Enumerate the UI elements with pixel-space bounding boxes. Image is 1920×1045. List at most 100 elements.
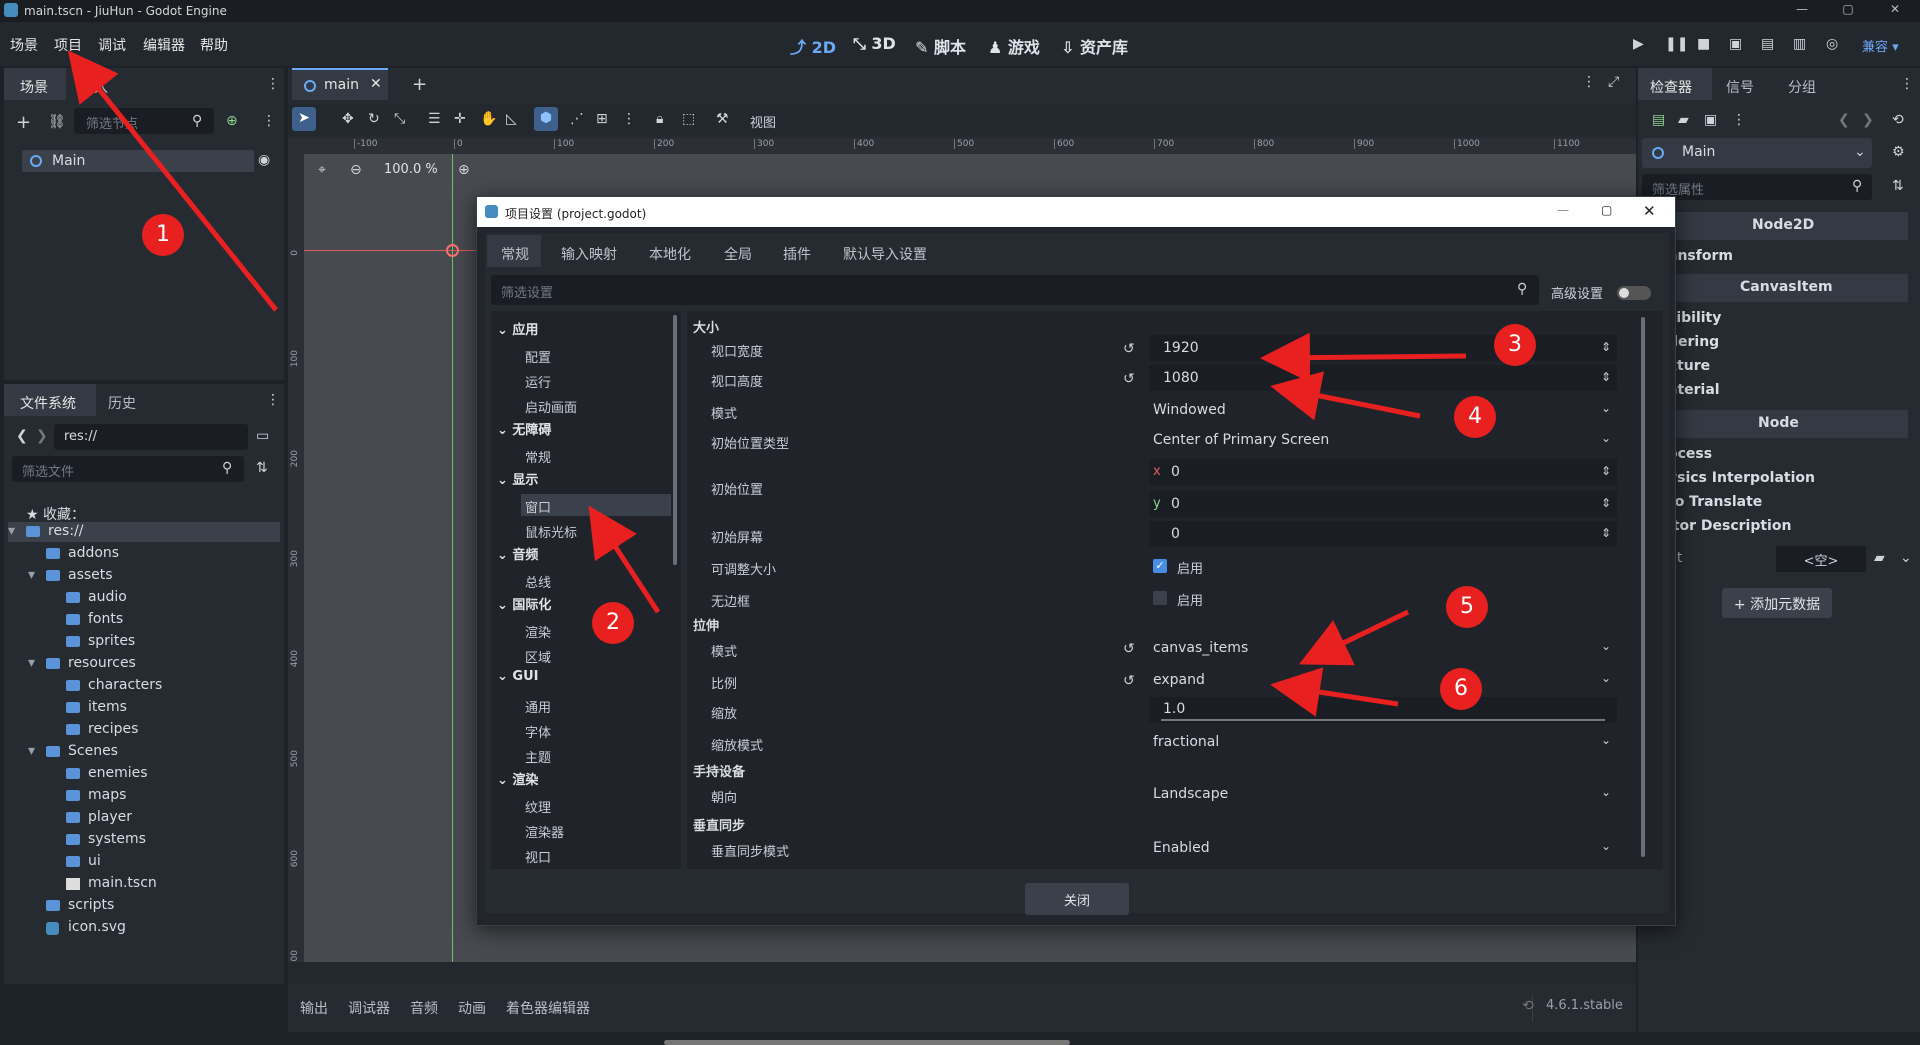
dock-menu-icon[interactable]: ⋮ — [266, 76, 280, 92]
inspector-filter-input[interactable]: 筛选属性 — [1642, 174, 1872, 200]
maximize-button[interactable]: ▢ — [1838, 2, 1858, 20]
properties-scrollbar[interactable] — [1641, 317, 1645, 857]
menu-editor[interactable]: 编辑器 — [143, 35, 185, 55]
tab-history[interactable]: 历史 — [108, 393, 136, 413]
script-load-icon[interactable]: ▰ — [1874, 550, 1885, 566]
settings-subcategory[interactable]: 配置 — [521, 344, 671, 366]
initial-screen-field[interactable]: 0 ⇕ — [1149, 521, 1617, 547]
minimize-button[interactable]: — — [1792, 2, 1812, 20]
mode-3d-button[interactable]: ⤡ 3D — [853, 34, 896, 54]
settings-subcategory[interactable]: 视口 — [521, 844, 671, 866]
viewport-width-field[interactable]: 1920 ⇕ — [1149, 335, 1617, 361]
prop-transform[interactable]: ansform — [1668, 248, 1733, 264]
orientation-select[interactable]: Landscape ⌄ — [1149, 781, 1617, 807]
settings-category[interactable]: ⌄ 应用 — [497, 319, 538, 341]
rotate-mode-icon[interactable]: ↻ — [368, 111, 380, 127]
script-value[interactable]: <空> — [1776, 546, 1866, 572]
history-forward-icon[interactable]: ❯ — [1862, 112, 1874, 128]
expand-arrow-icon[interactable]: ▾ — [28, 655, 35, 671]
settings-subcategory[interactable]: 总线 — [521, 569, 671, 591]
favorites-row[interactable]: ★ 收藏： — [26, 504, 85, 524]
fs-path-input[interactable]: res:// — [54, 424, 248, 450]
mode-2d-button[interactable]: ⤴ 2D — [790, 34, 836, 58]
fs-tree-item[interactable]: characters — [8, 676, 280, 696]
settings-subcategory[interactable]: 渲染器 — [521, 819, 671, 841]
dialog-tab-import-defaults[interactable]: 默认导入设置 — [843, 244, 927, 264]
tab-groups[interactable]: 分组 — [1788, 77, 1816, 97]
lock-icon[interactable]: 🔒︎ — [656, 111, 663, 127]
fs-tree-item[interactable]: scripts — [8, 896, 280, 916]
select-mode-icon[interactable]: ➤ — [292, 107, 316, 131]
snap-grid-icon[interactable]: ⋰ — [570, 111, 584, 127]
advanced-settings-toggle[interactable] — [1617, 286, 1651, 300]
snap-options-icon[interactable]: ⋮ — [622, 111, 636, 127]
load-resource-icon[interactable]: ▰ — [1678, 112, 1689, 128]
settings-subcategory[interactable]: 主题 — [521, 744, 671, 766]
settings-subcategory[interactable]: 字体 — [521, 719, 671, 741]
inspector-sort-icon[interactable]: ⇅ — [1892, 178, 1904, 194]
dialog-close-button[interactable]: 关闭 — [1025, 883, 1129, 915]
zoom-in-icon[interactable]: ⊕ — [458, 162, 470, 178]
prop-auto-translate[interactable]: to Translate — [1668, 494, 1762, 510]
settings-subcategory[interactable]: 纹理 — [521, 794, 671, 816]
reset-stretch-aspect-icon[interactable]: ↺ — [1123, 673, 1135, 689]
instance-scene-icon[interactable]: ⛓ — [48, 114, 66, 130]
bottom-tab-shader-editor[interactable]: 着色器编辑器 — [506, 998, 590, 1018]
borderless-checkbox[interactable]: 启用 — [1149, 587, 1617, 611]
fs-tree-item[interactable]: sprites — [8, 632, 280, 652]
initial-position-type-select[interactable]: Center of Primary Screen ⌄ — [1149, 427, 1617, 453]
back-icon[interactable]: ❮ — [16, 428, 28, 444]
list-select-icon[interactable]: ☰ — [428, 111, 441, 127]
category-scrollbar[interactable] — [673, 315, 677, 565]
pause-icon[interactable]: ❚❚ — [1665, 36, 1688, 52]
grid-icon[interactable]: ⊞ — [596, 111, 608, 127]
fs-tree-item[interactable]: maps — [8, 786, 280, 806]
inspector-menu-icon[interactable]: ⋮ — [1900, 76, 1914, 92]
settings-filter-input[interactable]: 筛选设置 — [491, 275, 1539, 305]
fs-tree-item[interactable]: main.tscn — [8, 874, 280, 894]
mode-game-button[interactable]: ♟ 游戏 — [988, 34, 1040, 58]
menu-scene[interactable]: 场景 — [10, 35, 38, 55]
scale-mode-icon[interactable]: ⤡ — [394, 111, 405, 127]
settings-category[interactable]: ⌄ 国际化 — [497, 594, 551, 616]
scene-tree-item-main[interactable]: Main — [22, 150, 254, 172]
prop-visibility[interactable]: sibility — [1668, 310, 1721, 326]
stretch-scale-mode-select[interactable]: fractional ⌄ — [1149, 729, 1617, 755]
settings-subcategory[interactable]: 运行 — [521, 369, 671, 391]
initial-position-x-field[interactable]: x 0 ⇕ — [1149, 459, 1617, 485]
visibility-eye-icon[interactable]: ◉ — [258, 152, 270, 168]
new-resource-icon[interactable]: ▤ — [1652, 112, 1665, 128]
node-selector[interactable]: Main ⌄ — [1642, 138, 1872, 168]
mode-script-button[interactable]: ✎ 脚本 — [915, 34, 966, 58]
settings-subcategory[interactable]: 启动画面 — [521, 394, 671, 416]
play-scene-icon[interactable]: ▤ — [1761, 36, 1774, 52]
smart-snap-icon[interactable]: ⬢ — [534, 107, 558, 131]
group-icon[interactable]: ⬚ — [682, 111, 695, 127]
fs-tree-item[interactable]: ▾ res:// — [8, 522, 280, 542]
bottom-tab-output[interactable]: 输出 — [300, 998, 328, 1018]
object-history-icon[interactable]: ⟲ — [1892, 112, 1904, 128]
settings-subcategory[interactable]: 区域 — [521, 644, 671, 666]
prop-editor-desc[interactable]: itor Description — [1668, 518, 1791, 534]
settings-subcategory[interactable]: 通用 — [521, 694, 671, 716]
resource-options-icon[interactable]: ⋮ — [1732, 112, 1746, 128]
history-back-icon[interactable]: ❮ — [1838, 112, 1850, 128]
tab-scene[interactable]: 场景 — [4, 68, 66, 100]
settings-subcategory[interactable]: 鼠标光标 — [521, 519, 671, 541]
dialog-minimize-icon[interactable]: — — [1557, 203, 1569, 217]
reset-stretch-mode-icon[interactable]: ↺ — [1123, 641, 1135, 657]
forward-icon[interactable]: ❯ — [36, 428, 48, 444]
close-window-button[interactable]: ✕ — [1885, 2, 1905, 20]
skeleton-icon[interactable]: ⚒ — [716, 111, 729, 127]
renderer-select[interactable]: 兼容 ▾ — [1862, 36, 1899, 55]
bottom-tab-debugger[interactable]: 调试器 — [348, 998, 390, 1018]
window-mode-select[interactable]: Windowed ⌄ — [1149, 397, 1617, 423]
script-chevron-icon[interactable]: ⌄ — [1900, 550, 1912, 566]
h-scrollbar[interactable] — [664, 1040, 1070, 1045]
fs-tree-item[interactable]: ▾ resources — [8, 654, 280, 674]
dialog-tab-localization[interactable]: 本地化 — [649, 244, 691, 264]
move-mode-icon[interactable]: ✥ — [342, 111, 354, 127]
expand-arrow-icon[interactable]: ▾ — [8, 523, 15, 539]
settings-category[interactable]: ⌄ 渲染 — [497, 769, 538, 791]
menu-project[interactable]: 项目 — [54, 35, 82, 55]
